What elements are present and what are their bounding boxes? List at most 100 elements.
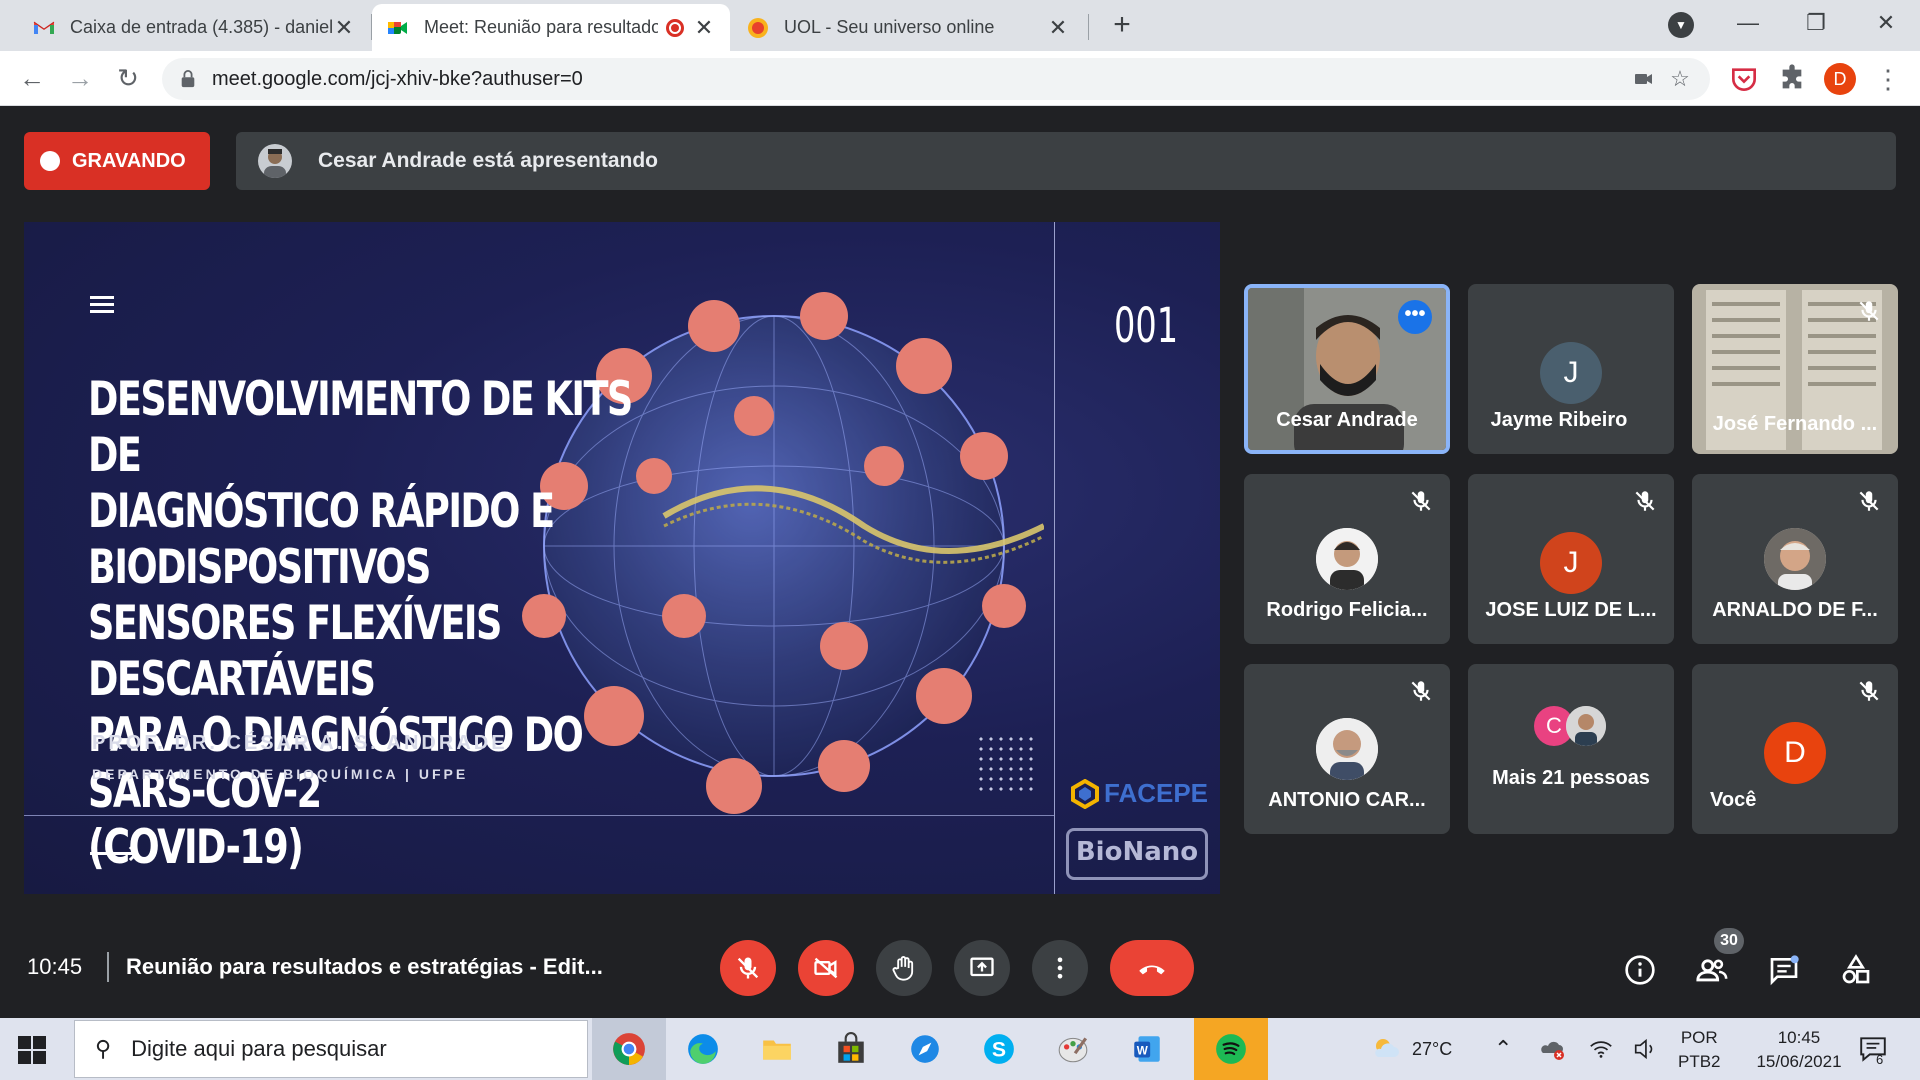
windows-start-icon[interactable] (18, 1036, 46, 1064)
browser-tab-bar: Caixa de entrada (4.385) - daniel ✕ Meet… (0, 0, 1920, 51)
uol-icon (748, 17, 768, 38)
forward-icon[interactable]: → (62, 61, 98, 97)
activities-icon (1842, 954, 1870, 984)
reload-icon[interactable]: ↻ (110, 61, 146, 97)
hang-up-icon (1139, 965, 1165, 975)
others-avatar-photo (1566, 706, 1606, 746)
tab-search-icon[interactable]: ▼ (1668, 12, 1694, 38)
participant-tile[interactable]: ARNALDO DE F... (1692, 474, 1898, 644)
recording-indicator-icon (666, 18, 684, 37)
taskbar-skype[interactable]: S (962, 1018, 1036, 1080)
browser-toolbar: ← → ↻ meet.google.com/jcj-xhiv-bke?authu… (0, 51, 1920, 106)
participant-tile-others[interactable]: C Mais 21 pessoas (1468, 664, 1674, 834)
participant-name: JOSE LUIZ DE L... (1485, 599, 1657, 621)
participant-tile[interactable]: José Fernando ... (1692, 284, 1898, 454)
raise-hand-button[interactable] (876, 940, 932, 996)
taskbar-word[interactable]: W (1110, 1018, 1184, 1080)
separator (107, 952, 109, 982)
paint-icon (1058, 1037, 1088, 1063)
participant-tile[interactable]: J Jayme Ribeiro (1468, 284, 1674, 454)
participant-name: José Fernando ... (1712, 413, 1878, 435)
lock-icon (181, 70, 195, 88)
weather-partly-sunny-icon (1375, 1039, 1399, 1057)
chrome-icon (613, 1033, 645, 1065)
mic-toggle-button[interactable] (720, 940, 776, 996)
bookmark-star-icon[interactable]: ☆ (1662, 66, 1698, 92)
system-clock[interactable]: 10:45 15/06/2021 (1744, 1026, 1854, 1074)
participant-name: ANTONIO CAR... (1268, 789, 1426, 811)
slide-menu-icon[interactable] (90, 296, 114, 317)
camera-toggle-button[interactable] (798, 940, 854, 996)
slide-author: PROF. DR. CÉSAR A. S. ANDRADE (92, 732, 508, 754)
taskbar-store[interactable] (814, 1018, 888, 1080)
record-dot-icon (40, 151, 60, 171)
slide-title: DESENVOLVIMENTO DE KITS DE DIAGNÓSTICO R… (88, 372, 633, 875)
volume-icon[interactable] (1632, 1018, 1658, 1080)
meeting-controls-bar: 10:45 Reunião para resultados e estratég… (0, 916, 1920, 1018)
store-icon (838, 1032, 864, 1063)
participant-tile[interactable]: Rodrigo Felicia... (1244, 474, 1450, 644)
camera-blocked-icon[interactable] (1626, 67, 1662, 91)
taskbar-chrome[interactable] (592, 1018, 666, 1080)
profile-avatar[interactable]: D (1824, 63, 1856, 95)
participant-name: ARNALDO DE F... (1712, 599, 1878, 621)
taskbar-file-explorer[interactable] (740, 1018, 814, 1080)
chat-button[interactable] (1766, 952, 1802, 988)
present-screen-button[interactable] (954, 940, 1010, 996)
back-icon[interactable]: ← (14, 61, 50, 97)
tab-uol[interactable]: UOL - Seu universo online ✕ (732, 4, 1084, 51)
onedrive-error-icon[interactable] (1538, 1018, 1566, 1080)
meeting-details-button[interactable] (1622, 952, 1658, 988)
url-text: meet.google.com/jcj-xhiv-bke?authuser=0 (212, 67, 583, 90)
taskbar-paint[interactable] (1036, 1018, 1110, 1080)
participant-avatar: D (1764, 722, 1826, 784)
taskbar-spotify[interactable] (1194, 1018, 1268, 1080)
tab-title: Meet: Reunião para resultado (424, 17, 658, 37)
tab-gmail[interactable]: Caixa de entrada (4.385) - daniel ✕ (18, 4, 370, 51)
close-tab-icon[interactable]: ✕ (1046, 15, 1070, 41)
present-icon (970, 957, 994, 977)
restore-icon[interactable]: ❐ (1796, 6, 1836, 40)
address-bar[interactable]: meet.google.com/jcj-xhiv-bke?authuser=0 … (162, 58, 1710, 100)
people-button[interactable] (1694, 952, 1730, 988)
more-vert-icon (1057, 957, 1063, 979)
participant-tile[interactable]: ••• Cesar Andrade (1244, 284, 1450, 454)
participant-avatar (1316, 528, 1378, 590)
close-tab-icon[interactable]: ✕ (332, 15, 356, 41)
facepe-logo: FACEPE (1070, 778, 1208, 809)
leave-call-button[interactable] (1110, 940, 1194, 996)
participant-avatar (1764, 528, 1826, 590)
minimize-icon[interactable]: — (1728, 6, 1768, 40)
new-tab-button[interactable]: + (1104, 8, 1140, 44)
weather-temperature: 27°C (1412, 1038, 1453, 1059)
participant-tile-self[interactable]: D Você (1692, 664, 1898, 834)
wifi-icon[interactable] (1588, 1018, 1614, 1080)
tab-title: Caixa de entrada (4.385) - daniel (70, 17, 332, 37)
taskbar-edge[interactable] (666, 1018, 740, 1080)
participant-avatar (1316, 718, 1378, 780)
weather-widget[interactable]: 27°C (1370, 1018, 1452, 1080)
pocket-extension-icon[interactable] (1728, 63, 1760, 95)
taskbar-search-input[interactable]: ⚲ Digite aqui para pesquisar (74, 1020, 588, 1078)
chat-icon (1770, 955, 1799, 986)
tab-meet[interactable]: Meet: Reunião para resultado ✕ (372, 4, 730, 51)
activities-button[interactable] (1838, 952, 1874, 988)
mic-off-icon (1411, 491, 1431, 511)
notifications-icon[interactable] (1858, 1034, 1888, 1064)
windows-taskbar: ⚲ Digite aqui para pesquisar S W 27°C ⌃ (0, 1018, 1920, 1080)
participant-name: Jayme Ribeiro (1490, 409, 1628, 431)
language-indicator[interactable]: POR PTB2 (1678, 1026, 1721, 1074)
show-hidden-icons-icon[interactable]: ⌃ (1494, 1018, 1512, 1080)
participant-tile[interactable]: ANTONIO CAR... (1244, 664, 1450, 834)
slide-divider (1054, 222, 1055, 894)
taskbar-app-blue[interactable] (888, 1018, 962, 1080)
presentation-slide: DESENVOLVIMENTO DE KITS DE DIAGNÓSTICO R… (24, 222, 1220, 894)
close-tab-icon[interactable]: ✕ (692, 15, 716, 41)
participant-tile[interactable]: J JOSE LUIZ DE L... (1468, 474, 1674, 644)
more-options-icon[interactable]: ••• (1398, 300, 1432, 334)
meeting-clock: 10:45 (27, 954, 83, 979)
more-options-button[interactable] (1032, 940, 1088, 996)
menu-kebab-icon[interactable]: ⋮ (1872, 63, 1904, 95)
window-close-icon[interactable]: ✕ (1866, 6, 1906, 40)
extensions-puzzle-icon[interactable] (1776, 63, 1808, 95)
